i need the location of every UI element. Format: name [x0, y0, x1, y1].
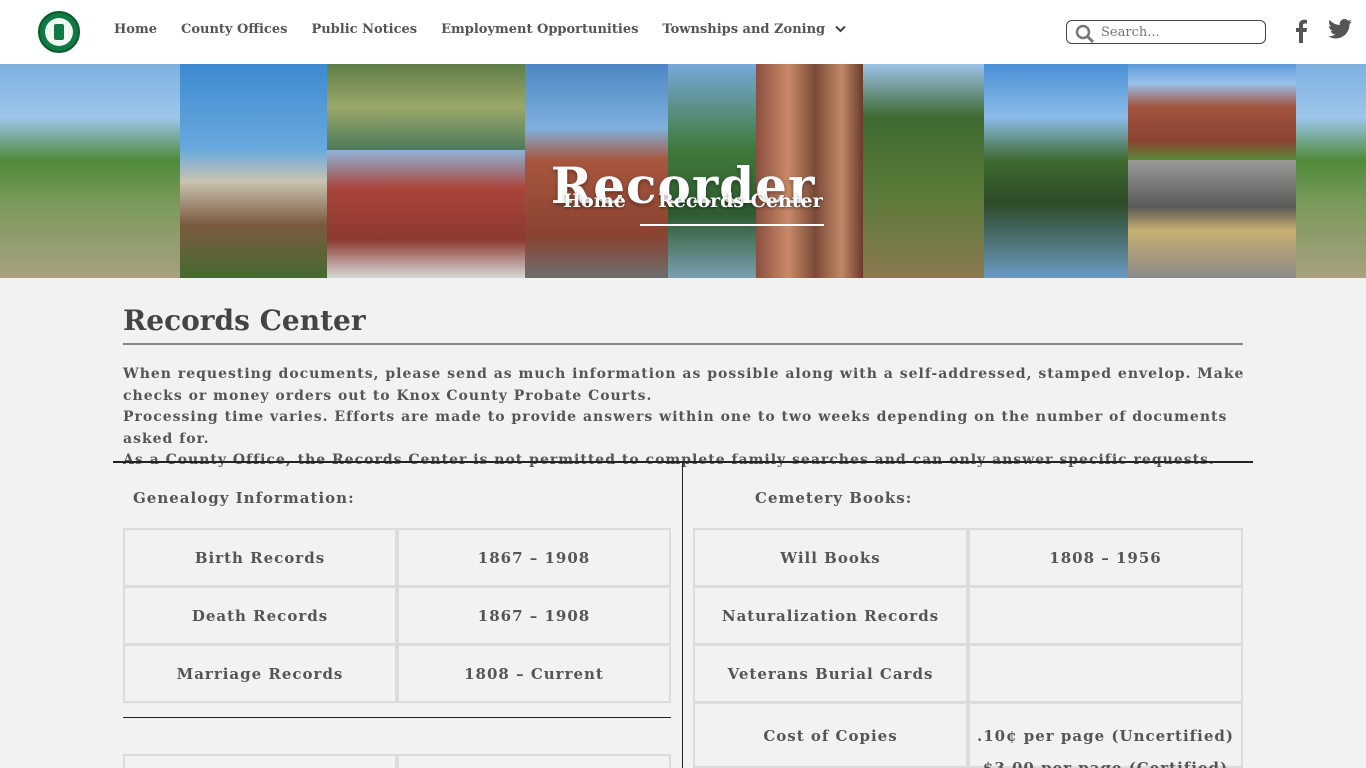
table-cell-label: [123, 754, 397, 768]
intro-text: When requesting documents, please send a…: [123, 364, 1248, 472]
nav-townships-label: Townships and Zoning: [662, 22, 826, 37]
logo-mark: [54, 24, 64, 40]
column-divider: [682, 463, 683, 768]
nav-townships-zoning[interactable]: Townships and Zoning: [662, 22, 846, 37]
cemetery-heading: Cemetery Books:: [755, 489, 913, 507]
nav-public-notices[interactable]: Public Notices: [311, 22, 417, 37]
county-seal-logo[interactable]: [38, 11, 80, 53]
table-cell-label: Birth Records: [123, 528, 397, 587]
search-icon: [1075, 24, 1095, 44]
table-cell-value: 1867 – 1908: [397, 586, 671, 645]
table-cell-value: [968, 644, 1243, 703]
breadcrumb-underline: [640, 224, 824, 226]
search-box[interactable]: [1066, 20, 1266, 44]
facebook-icon[interactable]: [1294, 19, 1308, 43]
table-cell-label: Will Books: [693, 528, 968, 587]
logo-inner: [45, 18, 73, 46]
title-divider: [123, 343, 1243, 345]
table-cell-value: 1808 – Current: [397, 644, 671, 703]
intro-paragraph: Processing time varies. Efforts are made…: [123, 409, 1228, 447]
nav-home[interactable]: Home: [114, 22, 157, 37]
intro-paragraph: When requesting documents, please send a…: [123, 366, 1245, 404]
table-cell-value: [397, 754, 671, 768]
section-divider: [113, 461, 1253, 463]
genealogy-heading: Genealogy Information:: [133, 489, 355, 507]
table-cell-value: [968, 586, 1243, 645]
site-header: Home County Offices Public Notices Emplo…: [0, 0, 1366, 64]
table-cell-value: 1867 – 1908: [397, 528, 671, 587]
twitter-icon[interactable]: [1328, 19, 1352, 39]
cost-uncertified: .10¢ per page (Uncertified): [977, 727, 1234, 745]
table-cell-label: Naturalization Records: [693, 586, 968, 645]
cost-certified: $3.00 per page (Certified): [982, 759, 1229, 768]
nav-employment[interactable]: Employment Opportunities: [441, 22, 638, 37]
table-cell-value: .10¢ per page (Uncertified) $3.00 per pa…: [968, 702, 1243, 768]
table-cell-label: Cost of Copies: [693, 702, 968, 768]
cost-of-copies-label: Cost of Copies: [763, 727, 898, 745]
nav-county-offices[interactable]: County Offices: [181, 22, 287, 37]
table-cell-value: 1808 – 1956: [968, 528, 1243, 587]
breadcrumb-home[interactable]: Home: [563, 190, 626, 212]
chevron-down-icon[interactable]: [835, 23, 846, 36]
breadcrumb-current: Records Center: [658, 190, 823, 212]
hero-photo-brick-building: [1128, 64, 1296, 160]
hero-photo-kayakers: [327, 64, 525, 150]
page-title: Records Center: [123, 304, 366, 337]
main-nav: Home County Offices Public Notices Emplo…: [114, 22, 870, 37]
table-cell-label: Death Records: [123, 586, 397, 645]
table-cell-label: Veterans Burial Cards: [693, 644, 968, 703]
table-cell-label: Marriage Records: [123, 644, 397, 703]
left-column-divider: [123, 717, 671, 718]
search-input[interactable]: [1101, 23, 1256, 41]
hero-banner: Recorder Home Records Center: [0, 64, 1366, 278]
